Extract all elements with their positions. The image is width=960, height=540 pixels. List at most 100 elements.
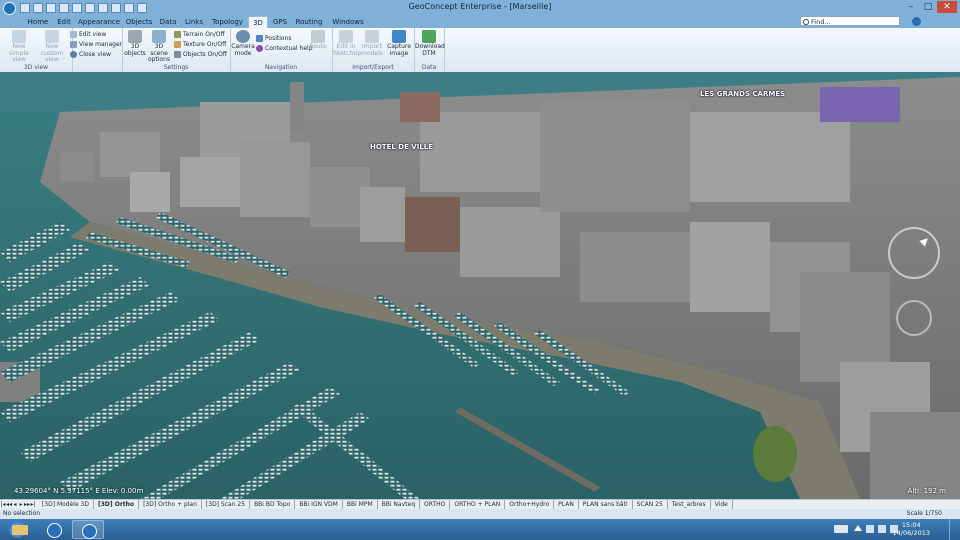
contextual-help-button[interactable]: Contextual help [256,44,313,53]
status-bar: No selection Scale 1/750 [0,509,960,519]
terrain-icon [174,31,181,38]
action-center-icon[interactable] [866,525,874,533]
ribbon-tabs: Home Edit Appearance Objects Data Links … [0,15,960,29]
close-view-button[interactable]: Close view [70,50,111,59]
3d-objects-icon [128,30,142,43]
capture-image-icon [392,30,406,43]
clock-date: 14/06/2013 [892,529,930,537]
group-label: Data [421,64,437,71]
group-data: Download DTM Data [414,28,445,72]
help-icon[interactable] [912,17,921,26]
view-manager-icon [70,41,77,48]
label-hotel-de-ville[interactable]: HOTEL DE VILLE [370,143,433,151]
3d-scene [0,72,960,499]
contextual-help-label: Contextual help [265,45,313,52]
group-label: 3D view [23,64,49,71]
search-icon [803,19,809,25]
capture-image-button[interactable]: Capture image [386,30,412,57]
tab-edit[interactable]: Edit [53,16,75,28]
new-custom-view-label: New custom view [40,43,64,63]
system-clock[interactable]: 15:04 14/06/2013 [893,521,930,537]
download-dtm-label: Download DTM [415,43,445,57]
import-models-button[interactable]: Import models [359,30,385,57]
maximize-button[interactable]: □ [920,1,936,13]
minimize-button[interactable]: – [903,1,919,13]
terrain-label: Terrain On/Off [183,31,225,38]
positions-icon [256,35,263,42]
texture-toggle[interactable]: Texture On/Off [174,40,226,49]
camera-mode-button[interactable]: Camera mode [231,30,255,57]
view-manager-label: View manager [79,41,123,48]
scale-indicator[interactable]: Scale 1/750 [907,509,942,519]
network-icon[interactable] [878,525,886,533]
objects-icon [174,51,181,58]
tab-objects[interactable]: Objects [124,16,154,28]
3d-scene-options-button[interactable]: 3D scene options [146,30,172,64]
route-button[interactable]: Route [307,30,329,51]
tab-data[interactable]: Data [158,16,178,28]
ribbon: New simple view New custom view 3D view … [0,28,960,73]
scene-options-icon [152,30,166,43]
find-input[interactable]: Find... [800,16,900,26]
close-button[interactable]: ✕ [937,1,957,13]
north-arrow-icon [919,235,931,247]
new-simple-view-label: New simple view [9,43,29,63]
tab-topology[interactable]: Topology [210,16,245,28]
new-simple-view-button[interactable]: New simple view [2,30,36,64]
terrain-toggle[interactable]: Terrain On/Off [174,30,225,39]
tab-links[interactable]: Links [183,16,205,28]
label-les-grands-carmes[interactable]: LES GRANDS CARMES [700,90,785,98]
geoconcept-taskbar-2[interactable] [72,520,104,539]
group-import-export: Edit in SketchUp Import models Capture i… [332,28,415,72]
positions-button[interactable]: Positions [256,34,292,43]
park [753,426,797,482]
group-3d-view: New simple view New custom view 3D view [0,28,73,72]
capture-image-label: Capture image [387,43,411,57]
tab-appearance[interactable]: Appearance [78,16,120,28]
group-label: Navigation [264,64,298,71]
edit-view-label: Edit view [79,31,107,38]
group-label: Settings [163,64,189,71]
keyboard-icon[interactable] [834,525,848,533]
sketchup-icon [339,30,353,43]
group-label: Import/Export [352,64,394,71]
show-hidden-icons-icon[interactable] [854,525,862,531]
show-desktop-button[interactable] [949,519,960,540]
group-view-commands: Edit view View manager Close view [70,28,123,72]
objects-toggle[interactable]: Objects On/Off [174,50,227,59]
tab-gps[interactable]: GPS [271,16,289,28]
edit-view-button[interactable]: Edit view [70,30,106,39]
folder-icon [12,525,28,535]
window-title: GeoConcept Enterprise - [Marseille] [408,2,552,11]
geoconcept-taskbar-1[interactable] [38,520,70,539]
altitude-readout: Alti: 192 m [907,487,946,495]
cursor-coordinates: 43.29604° N 5.37115° E Elev: 0.00m [14,487,144,495]
geoconcept-icon [82,524,97,539]
group-settings: 3D objects 3D scene options Terrain On/O… [122,28,231,72]
edit-in-sketchup-button[interactable]: Edit in SketchUp [333,30,361,57]
download-dtm-button[interactable]: Download DTM [415,30,445,57]
find-placeholder: Find... [811,18,831,26]
camera-move-icon [236,30,250,43]
file-explorer-taskbar[interactable] [4,520,36,539]
tab-home[interactable]: Home [25,16,51,28]
download-icon [422,30,436,43]
objects-label: Objects On/Off [183,51,227,58]
3d-objects-button[interactable]: 3D objects [124,30,146,57]
scene-options-label: 3D scene options [147,43,171,63]
texture-label: Texture On/Off [183,41,227,48]
tab-windows[interactable]: Windows [331,16,365,28]
import-models-label: Import models [361,43,383,57]
view-manager-button[interactable]: View manager [70,40,122,49]
pan-control[interactable] [896,300,932,336]
geoconcept-icon [47,523,62,538]
import-models-icon [365,30,379,43]
close-view-icon [70,51,77,58]
camera-mode-label: Camera mode [231,43,255,57]
compass-navigator[interactable] [888,227,940,279]
edit-view-icon [70,31,77,38]
new-custom-view-button[interactable]: New custom view [34,30,70,64]
group-navigation: Camera mode Positions Contextual help Ro… [230,28,333,72]
tab-routing[interactable]: Routing [294,16,324,28]
3d-map-view[interactable]: HOTEL DE VILLE LES GRANDS CARMES 43.2960… [0,72,960,499]
